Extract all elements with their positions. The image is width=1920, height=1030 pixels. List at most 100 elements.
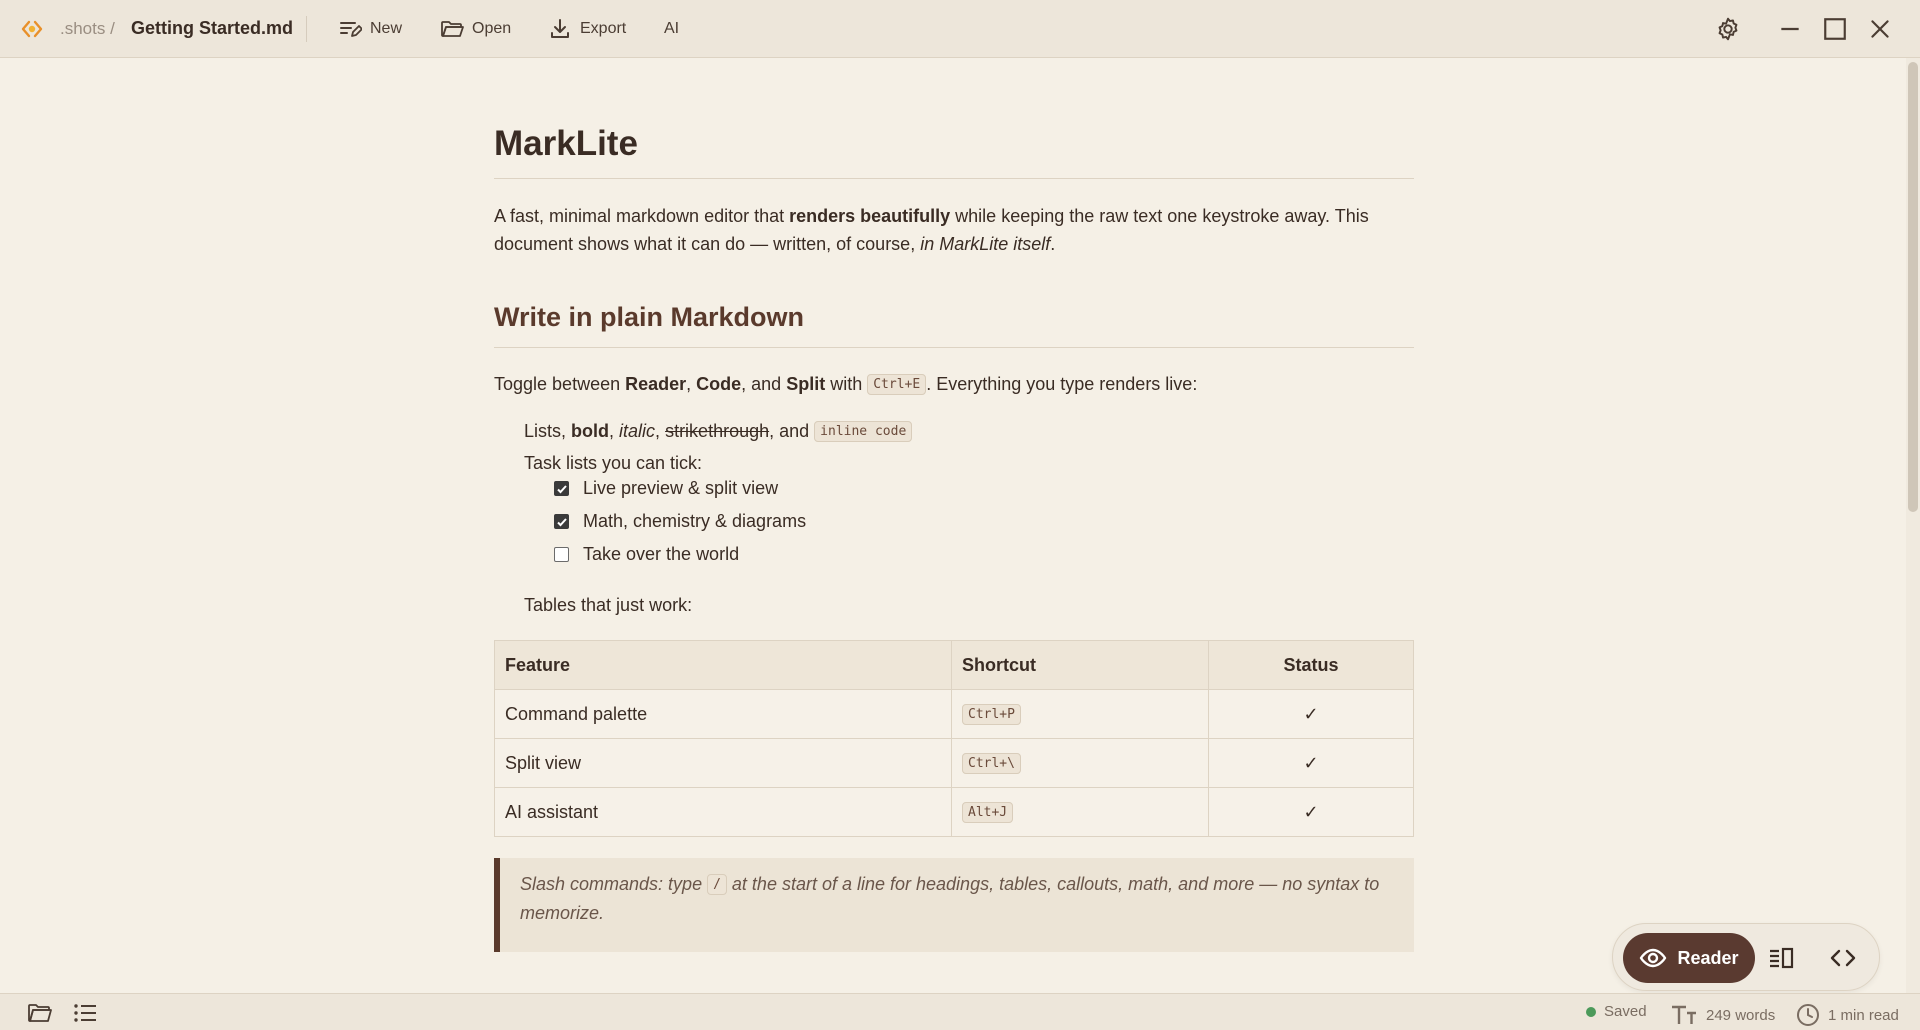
table-cell-feature: Command palette [494,689,952,739]
list-text-prefix: Lists, [524,421,572,441]
feature-table: Feature Shortcut Status Command palette … [494,640,1414,837]
ai-button-label: AI [664,20,680,37]
new-file-icon [340,22,362,37]
task-label-1: Live preview & split view [583,478,779,498]
saved-status-dot [1586,1006,1596,1017]
task-label-3: Take over the world [583,544,740,564]
ai-button[interactable]: AI [664,14,679,44]
code-icon [1830,949,1856,967]
checkmark-icon [556,517,567,526]
save-status-label: Saved [1604,1003,1647,1020]
tasks-label: Task lists you can tick: [524,453,703,473]
new-button-label: New [370,20,403,37]
list-sep-2: , [655,421,666,441]
split-view-icon [1770,947,1794,969]
minimize-button[interactable] [1776,15,1804,43]
table-row: Command palette Ctrl+P ✓ [494,689,1414,739]
task-label-2: Math, chemistry & diagrams [583,511,807,531]
folder-icon [28,1004,52,1022]
export-button[interactable]: Export [548,14,626,44]
table-cell-feature: AI assistant [494,787,952,837]
section-heading: Write in plain Markdown [494,302,1414,348]
quote-text-1: Slash commands: type [520,874,708,894]
table-cell-shortcut: Ctrl+P [951,689,1209,739]
list-item-formatting: Lists, bold, italic, strikethrough, and … [524,418,913,445]
scrollbar-thumb[interactable] [1908,62,1918,512]
toggle-with: with [825,374,868,394]
status-bar: Saved 249 words 1 min read [0,993,1920,1030]
table-header-status: Status [1208,640,1414,690]
list-bold: bold [571,421,610,441]
toggle-text-prefix: Toggle between [494,374,626,394]
table-cell-shortcut: Ctrl+\ [951,738,1209,788]
download-icon [551,19,569,38]
outline-button[interactable] [71,1000,99,1026]
intro-text-3: . [1050,234,1056,254]
list-icon [74,1004,96,1022]
eye-icon [1640,948,1667,968]
read-time-label: 1 min read [1828,1006,1899,1024]
settings-button[interactable] [1714,15,1742,43]
toggle-reader-bold: Reader [625,374,687,394]
shortcut-kbd: Alt+J [962,801,1014,823]
file-explorer-button[interactable] [26,1000,54,1026]
breadcrumb-parent-folder[interactable]: .shots / [60,19,115,39]
code-mode-button[interactable] [1827,942,1859,974]
quote-slash-kbd: / [707,874,727,895]
toggle-code-bold: Code [696,374,742,394]
close-button[interactable] [1866,15,1894,43]
close-icon [1871,20,1889,38]
intro-paragraph: A fast, minimal markdown editor that ren… [494,202,1414,258]
table-row: AI assistant Alt+J ✓ [494,787,1414,837]
list-sep-3: , and [769,421,815,441]
table-cell-feature: Split view [494,738,952,788]
task-item: Math, chemistry & diagrams [554,511,806,532]
toggle-sep-2: , and [741,374,787,394]
maximize-button[interactable] [1821,15,1849,43]
toggle-paragraph: Toggle between Reader, Code, and Split w… [494,370,1414,399]
toggle-text-suffix: . Everything you type renders live: [926,374,1198,394]
word-count-label: 249 words [1706,1006,1776,1024]
table-cell-status: ✓ [1208,689,1414,739]
read-time: 1 min read [1796,1003,1899,1027]
word-count: 249 words [1670,1003,1775,1027]
table-header-shortcut: Shortcut [951,640,1209,690]
minimize-icon [1781,27,1799,31]
table-cell-shortcut: Alt+J [951,787,1209,837]
intro-bold: renders beautifully [789,206,951,226]
document-title: MarkLite [494,124,1414,179]
breadcrumb-file-name[interactable]: Getting Started.md [131,18,293,39]
text-size-icon [1672,1005,1696,1024]
toggle-shortcut-kbd: Ctrl+E [867,374,927,395]
table-cell-status: ✓ [1208,787,1414,837]
view-mode-switcher: Reader [1612,923,1880,991]
new-button[interactable]: New [338,14,402,44]
table-row: Split view Ctrl+\ ✓ [494,738,1414,788]
list-italic: italic [619,421,656,441]
task-checkbox-3[interactable] [554,547,569,562]
clock-icon [1797,1004,1819,1026]
title-bar: .shots / Getting Started.md New Open Exp… [0,0,1920,58]
table-header-feature: Feature [494,640,952,690]
split-mode-button[interactable] [1765,942,1797,974]
reader-mode-button[interactable]: Reader [1623,933,1755,983]
task-checkbox-1[interactable] [554,481,569,496]
task-item: Take over the world [554,544,739,565]
table-cell-status: ✓ [1208,738,1414,788]
task-checkbox-2[interactable] [554,514,569,529]
blockquote-slash-commands: Slash commands: type / at the start of a… [494,858,1414,952]
folder-open-icon [441,21,464,37]
maximize-icon [1824,18,1846,40]
checkmark-icon [556,484,567,493]
open-button[interactable]: Open [440,14,511,44]
table-header-row: Feature Shortcut Status [494,640,1414,690]
save-status: Saved [1586,1003,1647,1020]
app-logo-icon [20,17,44,41]
shortcut-kbd: Ctrl+\ [962,752,1021,774]
export-button-label: Export [580,20,627,37]
tables-label: Tables that just work: [524,595,693,615]
list-sep-1: , [609,421,620,441]
toggle-sep-1: , [686,374,697,394]
intro-italic: in MarkLite itself [920,234,1051,254]
open-button-label: Open [472,20,512,37]
